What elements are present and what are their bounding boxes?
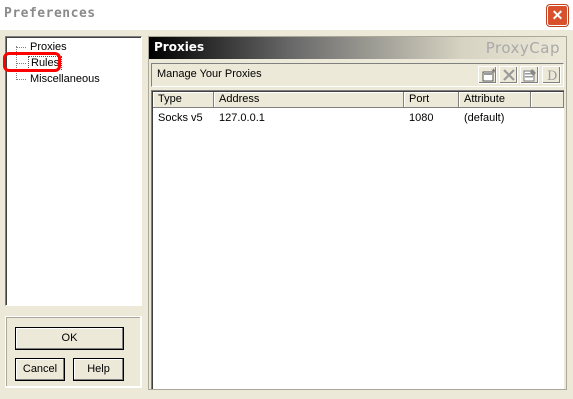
cell-address: 127.0.0.1: [219, 112, 265, 124]
tree-item-proxies[interactable]: Proxies: [14, 40, 69, 54]
tree-branch-icon: [16, 63, 26, 64]
close-button[interactable]: ✕: [547, 5, 568, 26]
column-header-port[interactable]: Port: [404, 92, 459, 108]
properties-icon: [523, 69, 536, 82]
help-button[interactable]: Help: [73, 358, 124, 381]
ok-button[interactable]: OK: [15, 327, 124, 350]
close-icon: ✕: [551, 7, 564, 23]
proxies-panel: Proxies ProxyCap Manage Your Proxies D T…: [148, 36, 567, 390]
proxy-list[interactable]: Type Address Port Attribute Socks v5 127…: [151, 90, 564, 389]
tree-item-label: Miscellaneous: [30, 73, 100, 85]
default-icon: D: [547, 69, 557, 82]
tree-item-label: Rules: [28, 56, 63, 70]
column-header-attribute[interactable]: Attribute: [459, 92, 531, 108]
toolbar-title: Manage Your Proxies: [157, 68, 262, 80]
set-default-button[interactable]: D: [542, 66, 561, 84]
cell-attribute: (default): [464, 112, 505, 124]
title-bar[interactable]: Preferences ✕: [0, 0, 573, 30]
preferences-window: Preferences ✕ Proxies Rules Miscellaneou…: [0, 0, 573, 399]
delete-proxy-button[interactable]: [499, 66, 518, 84]
column-header-filler: [531, 92, 564, 108]
proxy-list-header: Type Address Port Attribute: [153, 92, 564, 108]
brand-logo: ProxyCap: [485, 39, 560, 57]
cancel-button[interactable]: Cancel: [15, 358, 65, 381]
svg-text:D: D: [547, 69, 557, 82]
window-title: Preferences: [4, 6, 96, 21]
tree-branch-icon: [16, 79, 26, 80]
category-tree[interactable]: Proxies Rules Miscellaneous: [5, 36, 142, 306]
cell-type: Socks v5: [158, 112, 203, 124]
column-header-address[interactable]: Address: [214, 92, 404, 108]
tree-item-rules[interactable]: Rules: [14, 56, 63, 70]
table-row[interactable]: Socks v5 127.0.0.1 1080 (default): [153, 110, 564, 126]
panel-title: Proxies: [154, 40, 205, 54]
cell-port: 1080: [409, 112, 434, 124]
proxy-properties-button[interactable]: [520, 66, 539, 84]
column-header-type[interactable]: Type: [153, 92, 214, 108]
tree-branch-icon: [16, 47, 26, 48]
tree-item-label: Proxies: [30, 41, 67, 53]
tree-item-miscellaneous[interactable]: Miscellaneous: [14, 72, 102, 86]
panel-header: Proxies ProxyCap: [149, 37, 566, 59]
dialog-button-group: OK Cancel Help: [5, 316, 142, 388]
new-proxy-button[interactable]: [478, 66, 497, 84]
new-proxy-icon: [482, 68, 495, 82]
delete-icon: [503, 69, 515, 81]
proxies-toolbar: Manage Your Proxies D: [151, 63, 564, 87]
